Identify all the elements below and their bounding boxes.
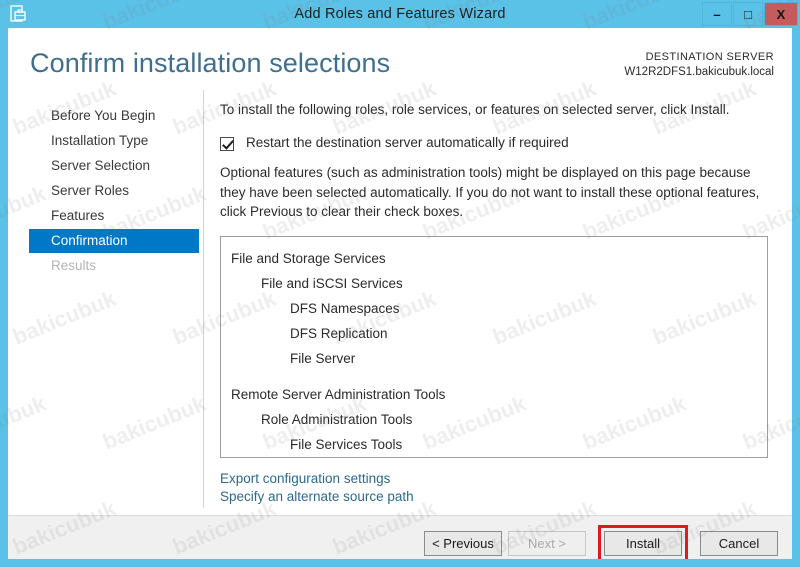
destination-server-name: W12R2DFS1.bakicubuk.local: [624, 65, 774, 78]
server-toolbox-icon: [6, 2, 30, 26]
install-button-highlight: Install: [598, 525, 688, 559]
content-pane: To install the following roles, role ser…: [220, 96, 776, 515]
feature-list-item: Role Administration Tools: [261, 411, 413, 427]
window-controls: – □ X: [701, 2, 798, 26]
previous-button[interactable]: < Previous: [424, 531, 502, 556]
link-specify-an-alternate-source-path[interactable]: Specify an alternate source path: [220, 488, 776, 506]
title-bar: Add Roles and Features Wizard – □ X: [0, 0, 800, 28]
link-export-configuration-settings[interactable]: Export configuration settings: [220, 470, 776, 488]
intro-text: To install the following roles, role ser…: [220, 102, 730, 117]
feature-list-item: File Server: [290, 350, 356, 366]
sidebar-item-results: Results: [51, 258, 97, 273]
sidebar-item-installation-type[interactable]: Installation Type: [8, 129, 203, 153]
feature-list-item: DFS Replication: [290, 325, 388, 341]
cancel-button[interactable]: Cancel: [700, 531, 778, 556]
feature-list-item: File Services Tools: [290, 436, 403, 452]
client-area: Confirm installation selections DESTINAT…: [8, 28, 792, 559]
body-split: Before You Begin Installation Type Server …: [8, 90, 792, 515]
feature-list-spacer: [231, 371, 757, 382]
feature-list-item: File and iSCSI Services: [261, 275, 403, 291]
sidebar-item-features[interactable]: Features: [8, 204, 203, 228]
optional-features-note: Optional features (such as administratio…: [220, 165, 760, 220]
footer-button-group: < Previous Next > Install Cancel: [418, 525, 778, 559]
next-button: Next >: [508, 531, 586, 556]
window-title: Add Roles and Features Wizard: [294, 6, 506, 22]
page-header: Confirm installation selections DESTINAT…: [8, 28, 792, 96]
restart-checkbox-row[interactable]: Restart the destination server automatic…: [220, 135, 776, 151]
sidebar-item-server-roles[interactable]: Server Roles: [8, 179, 203, 203]
close-button[interactable]: X: [764, 2, 798, 26]
feature-list-item: Remote Server Administration Tools: [231, 386, 446, 402]
maximize-button[interactable]: □: [733, 2, 763, 26]
wizard-sidebar: Before You Begin Installation Type Server …: [8, 96, 203, 515]
sidebar-item-confirmation[interactable]: Confirmation: [29, 229, 199, 253]
install-button[interactable]: Install: [604, 531, 682, 556]
feature-list-item: DFS Management Tools: [231, 457, 757, 458]
wizard-links: Export configuration settings Specify an …: [220, 470, 776, 506]
restart-checkbox[interactable]: [220, 137, 234, 151]
destination-server-label: DESTINATION SERVER: [645, 51, 774, 63]
destination-server-block: DESTINATION SERVER W12R2DFS1.bakicubuk.l…: [624, 50, 774, 80]
feature-list-item: File and Storage Services: [231, 250, 386, 266]
restart-checkbox-label: Restart the destination server automatic…: [246, 135, 569, 150]
sidebar-nav-list: Before You Begin Installation Type Server …: [8, 96, 203, 278]
minimize-button[interactable]: –: [702, 2, 732, 26]
feature-list-item: DFS Namespaces: [290, 300, 400, 316]
selected-features-list[interactable]: File and Storage Services File and iSCSI …: [220, 235, 768, 458]
page-title: Confirm installation selections: [30, 48, 391, 78]
sidebar-item-before-you-begin[interactable]: Before You Begin: [8, 104, 203, 128]
sidebar-divider: [203, 90, 204, 508]
sidebar-item-server-selection[interactable]: Server Selection: [8, 154, 203, 178]
wizard-window: Add Roles and Features Wizard – □ X Conf…: [0, 0, 800, 567]
wizard-footer: < Previous Next > Install Cancel: [8, 515, 792, 559]
